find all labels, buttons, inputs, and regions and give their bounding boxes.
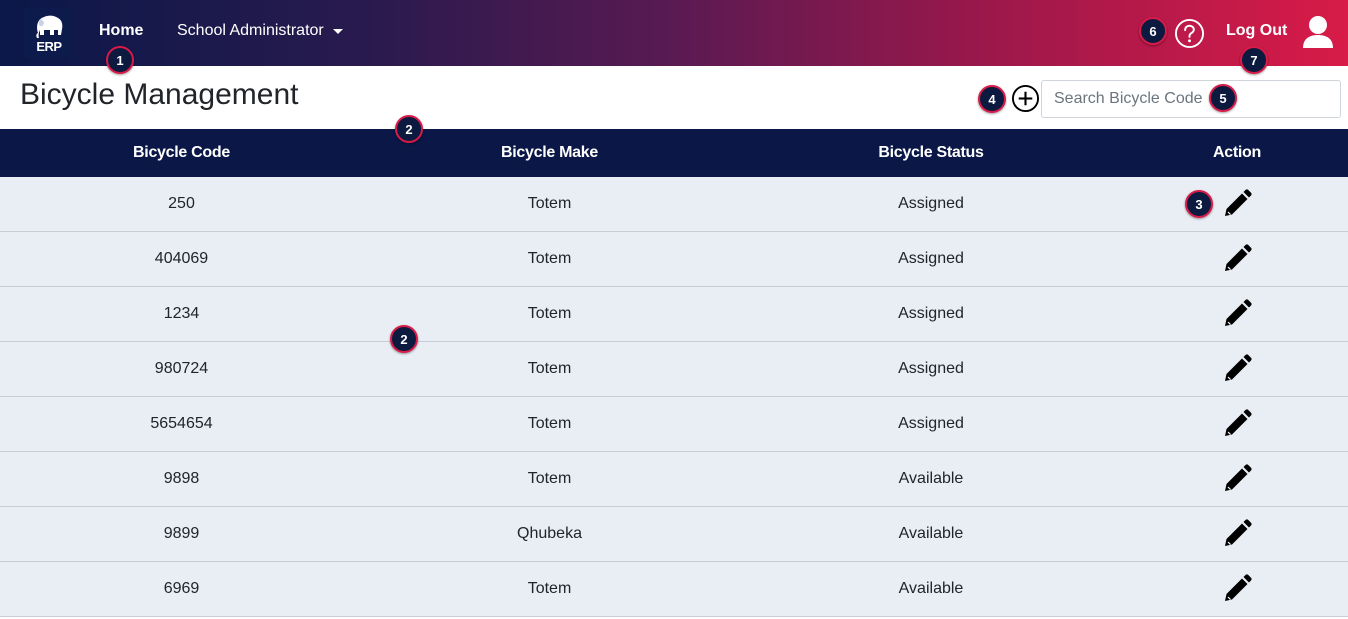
annotation-badge-5: 5 — [1209, 84, 1237, 112]
cell-action — [1126, 287, 1348, 341]
annotation-badge-4: 4 — [978, 85, 1006, 113]
search-input[interactable] — [1041, 80, 1341, 118]
cell-action — [1126, 177, 1348, 231]
pencil-icon[interactable] — [1221, 298, 1253, 330]
cell-action — [1126, 507, 1348, 561]
table-row: 6969 Totem Available — [0, 562, 1348, 617]
cell-action — [1126, 562, 1348, 616]
pencil-icon[interactable] — [1221, 408, 1253, 440]
table-row: 1234 Totem Assigned — [0, 287, 1348, 342]
cell-bicycle-make: Totem — [527, 305, 572, 322]
pencil-icon[interactable] — [1221, 518, 1253, 550]
cell-action — [1126, 232, 1348, 286]
cell-bicycle-code: 1234 — [163, 305, 200, 322]
table-row: 5654654 Totem Assigned — [0, 397, 1348, 452]
cell-bicycle-code: 9898 — [163, 470, 200, 487]
column-header-code: Bicycle Code — [133, 144, 230, 161]
cell-bicycle-status: Available — [898, 580, 964, 597]
annotation-badge-7: 7 — [1240, 46, 1268, 74]
cell-bicycle-status: Assigned — [898, 250, 964, 267]
column-header-status: Bicycle Status — [878, 144, 984, 161]
annotation-badge-3: 3 — [1185, 190, 1213, 218]
cell-bicycle-make: Qhubeka — [517, 525, 582, 542]
table-body: 250 Totem Assigned 404069 Totem Assigned 1234 T… — [0, 177, 1348, 617]
cell-bicycle-make: Totem — [527, 250, 572, 267]
column-header-action: Action — [1213, 144, 1261, 161]
cell-bicycle-code: 404069 — [154, 250, 209, 267]
cell-action — [1126, 397, 1348, 451]
plus-circle-icon[interactable] — [1011, 84, 1040, 113]
pencil-icon[interactable] — [1221, 353, 1253, 385]
logout-link[interactable]: Log Out — [1226, 22, 1287, 40]
cell-action — [1126, 452, 1348, 506]
app-logo[interactable]: ERP — [24, 8, 74, 58]
pencil-icon[interactable] — [1221, 573, 1253, 605]
cell-bicycle-status: Available — [898, 470, 964, 487]
cell-bicycle-status: Assigned — [898, 415, 964, 432]
annotation-badge-2-body: 2 — [390, 325, 418, 353]
logo-text: ERP — [36, 38, 62, 54]
cell-bicycle-status: Assigned — [898, 195, 964, 212]
nav-admin-dropdown[interactable]: School Administrator — [177, 22, 343, 40]
question-circle-icon[interactable] — [1174, 18, 1205, 49]
nav-admin-label: School Administrator — [177, 22, 324, 39]
bicycle-table: Bicycle Code Bicycle Make Bicycle Status… — [0, 129, 1348, 617]
cell-bicycle-make: Totem — [527, 195, 572, 212]
table-row: 250 Totem Assigned — [0, 177, 1348, 232]
cell-bicycle-make: Totem — [527, 360, 572, 377]
pencil-icon[interactable] — [1221, 243, 1253, 275]
cell-bicycle-status: Available — [898, 525, 964, 542]
elephant-icon — [36, 15, 63, 38]
pencil-icon[interactable] — [1221, 463, 1253, 495]
page-title: Bicycle Management — [20, 78, 299, 111]
cell-bicycle-code: 5654654 — [150, 415, 213, 432]
table-row: 9899 Qhubeka Available — [0, 507, 1348, 562]
user-icon[interactable] — [1302, 15, 1334, 49]
pencil-icon[interactable] — [1221, 188, 1253, 220]
table-header: Bicycle Code Bicycle Make Bicycle Status… — [0, 129, 1348, 177]
cell-bicycle-status: Assigned — [898, 360, 964, 377]
annotation-badge-6: 6 — [1139, 17, 1167, 45]
caret-down-icon — [332, 29, 343, 34]
table-row: 980724 Totem Assigned — [0, 342, 1348, 397]
cell-bicycle-make: Totem — [527, 470, 572, 487]
cell-bicycle-code: 980724 — [154, 360, 209, 377]
annotation-badge-2-header: 2 — [395, 115, 423, 143]
cell-bicycle-code: 9899 — [163, 525, 200, 542]
nav-home-link[interactable]: Home — [99, 22, 143, 40]
annotation-badge-1: 1 — [106, 46, 134, 74]
cell-bicycle-status: Assigned — [898, 305, 964, 322]
cell-bicycle-code: 6969 — [163, 580, 200, 597]
table-row: 9898 Totem Available — [0, 452, 1348, 507]
cell-action — [1126, 342, 1348, 396]
cell-bicycle-make: Totem — [527, 415, 572, 432]
cell-bicycle-code: 250 — [168, 195, 195, 212]
cell-bicycle-make: Totem — [527, 580, 572, 597]
table-row: 404069 Totem Assigned — [0, 232, 1348, 287]
